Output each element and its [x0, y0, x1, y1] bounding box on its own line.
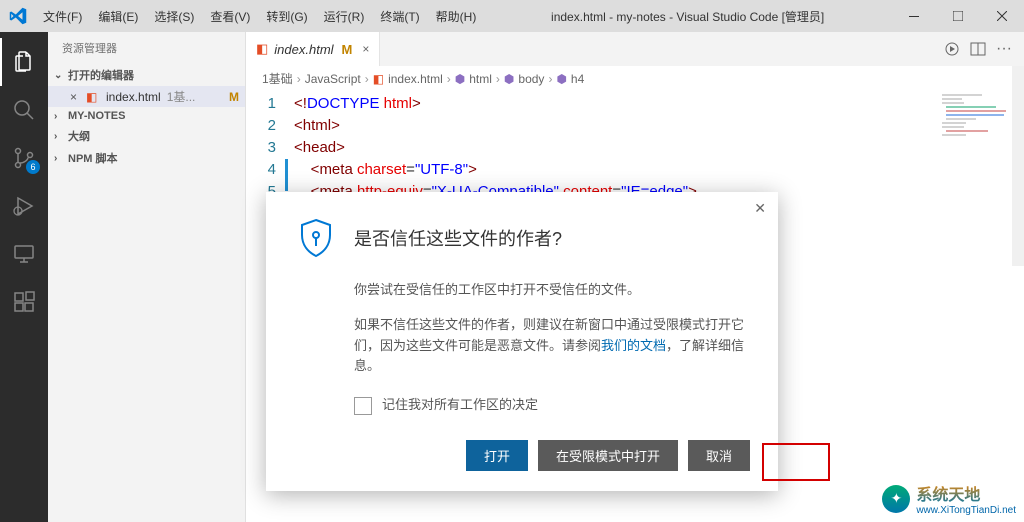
- menu-item[interactable]: 终端(T): [373, 4, 426, 29]
- sidebar: 资源管理器 ⌄打开的编辑器 × ◧ index.html 1基... M ›MY…: [48, 32, 246, 522]
- menu-item[interactable]: 编辑(E): [91, 4, 145, 29]
- dialog-text-1: 你尝试在受信任的工作区中打开不受信任的文件。: [354, 280, 750, 301]
- watermark-icon: ✦: [882, 485, 910, 513]
- open-button[interactable]: 打开: [466, 440, 528, 471]
- source-control-icon[interactable]: 6: [0, 134, 48, 182]
- folder-section[interactable]: ›MY-NOTES: [48, 107, 245, 125]
- trust-dialog: ✕ 是否信任这些文件的作者? 你尝试在受信任的工作区中打开不受信任的文件。 如果…: [266, 192, 778, 491]
- dialog-title: 是否信任这些文件的作者?: [354, 225, 562, 251]
- vscode-logo-icon: [0, 7, 36, 25]
- window-title: index.html - my-notes - Visual Studio Co…: [483, 8, 892, 25]
- element-icon: ⬢: [455, 72, 465, 86]
- close-icon[interactable]: ×: [70, 90, 86, 104]
- menu-item[interactable]: 运行(R): [317, 4, 372, 29]
- breadcrumb-item[interactable]: html: [469, 72, 492, 86]
- breadcrumb-item[interactable]: h4: [571, 72, 584, 86]
- open-editors-section[interactable]: ⌄打开的编辑器: [48, 64, 245, 86]
- menu-item[interactable]: 查看(V): [203, 4, 257, 29]
- checkbox-label: 记住我对所有工作区的决定: [382, 395, 538, 416]
- scm-badge: 6: [26, 160, 40, 174]
- breadcrumb-item[interactable]: 1基础: [262, 70, 293, 87]
- menu-item[interactable]: 文件(F): [36, 4, 89, 29]
- breadcrumbs[interactable]: 1基础›JavaScript›◧ index.html›⬢ html›⬢ bod…: [246, 66, 1024, 91]
- dialog-buttons: 打开 在受限模式中打开 取消: [294, 440, 750, 471]
- html-file-icon: ◧: [86, 90, 102, 104]
- sidebar-title: 资源管理器: [48, 32, 245, 64]
- remote-explorer-icon[interactable]: [0, 230, 48, 278]
- modified-badge: M: [342, 42, 353, 57]
- modified-badge: M: [229, 90, 239, 104]
- chevron-right-icon: ›: [54, 111, 68, 122]
- file-name: index.html: [106, 90, 161, 104]
- file-path: 1基...: [167, 88, 225, 105]
- breadcrumb-item[interactable]: body: [518, 72, 544, 86]
- activity-bar: 6: [0, 32, 48, 522]
- editor-tabs: ◧ index.html M × ···: [246, 32, 1024, 66]
- extensions-icon[interactable]: [0, 278, 48, 326]
- minimize-button[interactable]: [892, 0, 936, 32]
- chevron-right-icon: ›: [54, 131, 68, 142]
- dialog-body: 你尝试在受信任的工作区中打开不受信任的文件。 如果不信任这些文件的作者，则建议在…: [294, 280, 750, 416]
- html-file-icon: ◧: [256, 41, 268, 57]
- chevron-right-icon: ›: [54, 153, 68, 164]
- html-file-icon: ◧: [373, 72, 384, 86]
- maximize-button[interactable]: [936, 0, 980, 32]
- cancel-button[interactable]: 取消: [688, 440, 750, 471]
- window-controls: [892, 0, 1024, 32]
- breadcrumb-item[interactable]: JavaScript: [305, 72, 361, 86]
- vertical-scrollbar[interactable]: [1012, 66, 1024, 266]
- run-debug-icon[interactable]: [0, 182, 48, 230]
- element-icon: ⬢: [504, 72, 514, 86]
- menubar: 文件(F)编辑(E)选择(S)查看(V)转到(G)运行(R)终端(T)帮助(H): [36, 4, 483, 29]
- dialog-close-icon[interactable]: ✕: [754, 200, 766, 217]
- split-editor-icon[interactable]: [970, 41, 986, 57]
- watermark-url: www.XiTongTianDi.net: [916, 505, 1016, 516]
- tab-label: index.html: [274, 42, 333, 57]
- menu-item[interactable]: 转到(G): [259, 4, 314, 29]
- chevron-down-icon: ⌄: [54, 70, 68, 81]
- npm-scripts-section[interactable]: ›NPM 脚本: [48, 147, 245, 169]
- menu-item[interactable]: 选择(S): [147, 4, 201, 29]
- breadcrumb-item[interactable]: index.html: [388, 72, 443, 86]
- outline-section[interactable]: ›大纲: [48, 125, 245, 147]
- tab-actions: ···: [944, 32, 1024, 66]
- docs-link[interactable]: 我们的文档: [601, 338, 666, 353]
- shield-icon: [294, 216, 338, 260]
- titlebar: 文件(F)编辑(E)选择(S)查看(V)转到(G)运行(R)终端(T)帮助(H)…: [0, 0, 1024, 32]
- watermark-text: 系统天地: [916, 481, 1016, 505]
- run-code-icon[interactable]: [944, 41, 960, 57]
- open-restricted-button[interactable]: 在受限模式中打开: [538, 440, 678, 471]
- more-actions-icon[interactable]: ···: [996, 40, 1012, 58]
- remember-checkbox[interactable]: [354, 397, 372, 415]
- close-button[interactable]: [980, 0, 1024, 32]
- minimap[interactable]: [940, 92, 1010, 232]
- watermark: ✦ 系统天地 www.XiTongTianDi.net: [882, 481, 1016, 516]
- explorer-icon[interactable]: [0, 38, 48, 86]
- search-icon[interactable]: [0, 86, 48, 134]
- dialog-text-2: 如果不信任这些文件的作者，则建议在新窗口中通过受限模式打开它们，因为这些文件可能…: [354, 315, 750, 377]
- menu-item[interactable]: 帮助(H): [429, 4, 484, 29]
- open-editor-item[interactable]: × ◧ index.html 1基... M: [48, 86, 245, 107]
- close-icon[interactable]: ×: [362, 42, 369, 56]
- element-icon: ⬢: [556, 72, 566, 86]
- tab-index-html[interactable]: ◧ index.html M ×: [246, 32, 380, 66]
